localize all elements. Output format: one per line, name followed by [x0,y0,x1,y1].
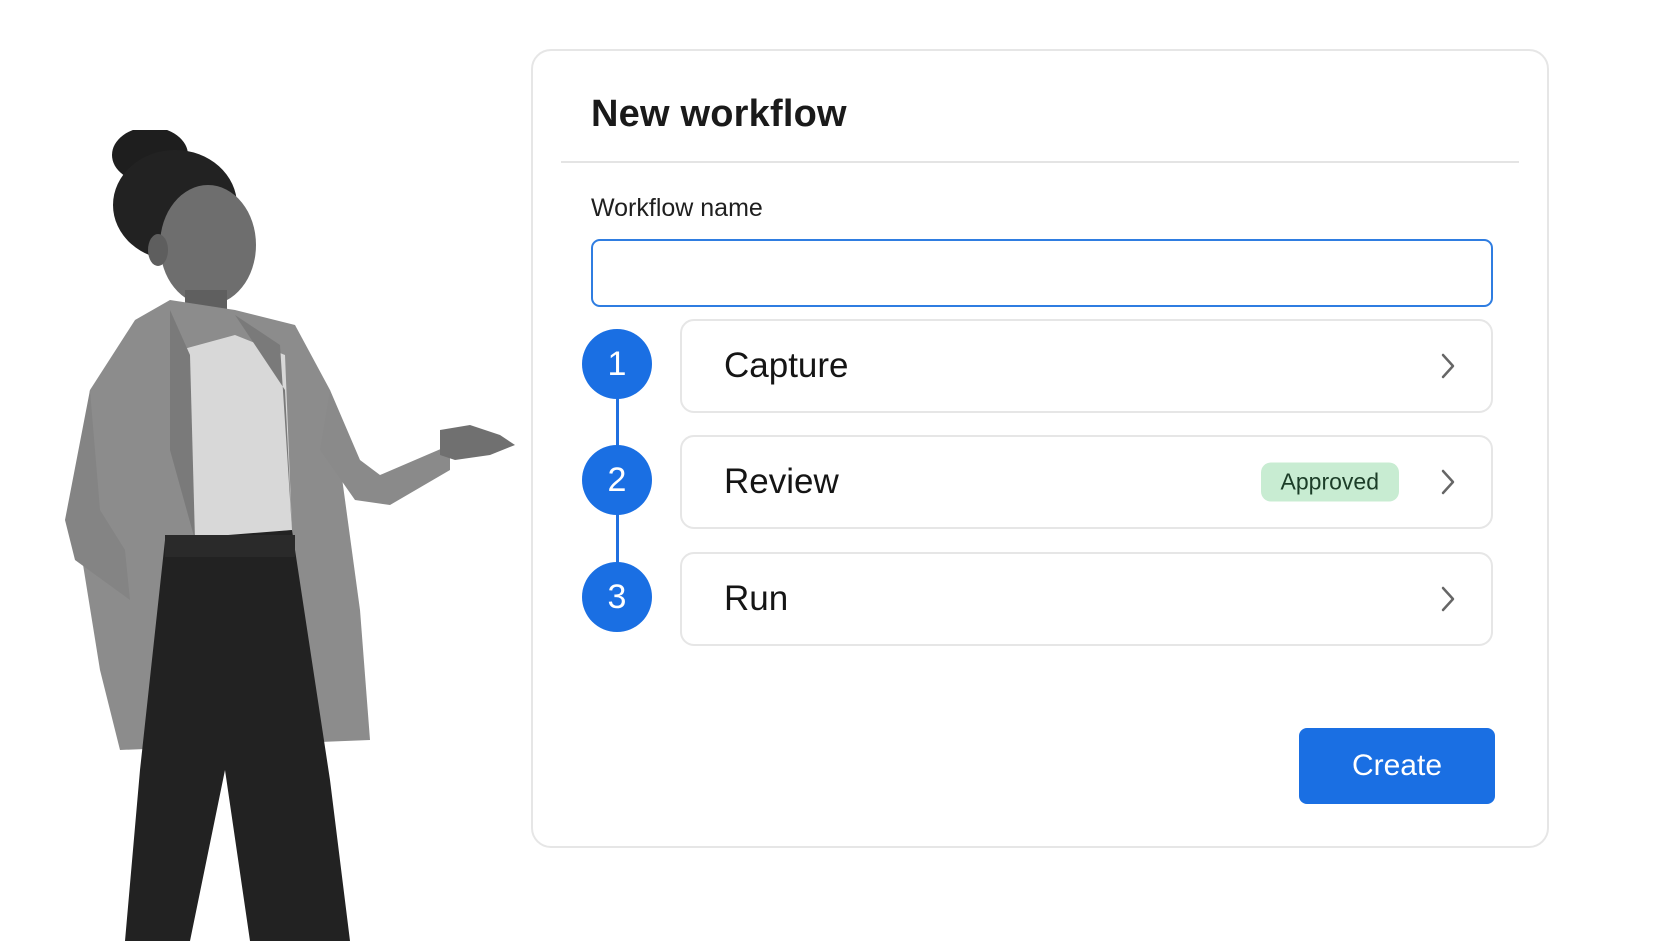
step-number-1: 1 [582,329,652,399]
chevron-right-icon [1437,467,1459,497]
step-number-3: 3 [582,562,652,632]
step-row-run[interactable]: Run [680,552,1493,646]
create-button[interactable]: Create [1299,728,1495,804]
step-number-2: 2 [582,445,652,515]
step-label-run: Run [724,579,789,618]
step-row-capture[interactable]: Capture [680,319,1493,413]
step-label-review: Review [724,462,839,501]
workflow-name-input[interactable] [591,239,1493,307]
status-badge-approved: Approved [1260,462,1399,502]
step-row-review[interactable]: Review Approved [680,435,1493,529]
new-workflow-card: New workflow Workflow name 1 Capture 2 R… [531,49,1549,848]
presenter-illustration [30,130,530,941]
step-label-capture: Capture [724,346,849,385]
card-title: New workflow [591,93,847,135]
chevron-right-icon [1437,351,1459,381]
chevron-right-icon [1437,584,1459,614]
workflow-name-label: Workflow name [591,194,763,222]
title-divider [561,161,1519,163]
